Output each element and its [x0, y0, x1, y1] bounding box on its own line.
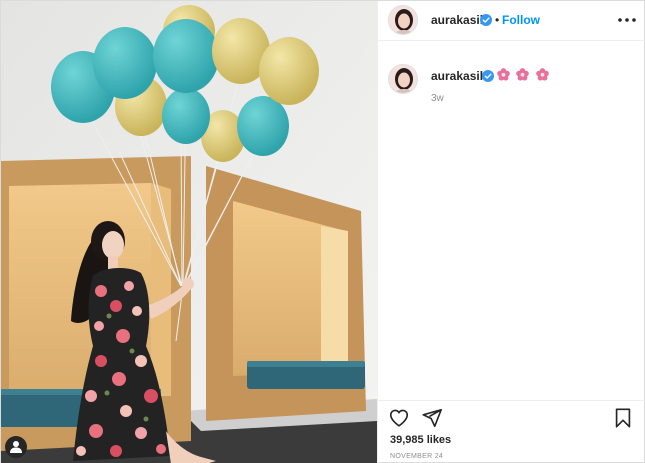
- caption-username[interactable]: aurakasih: [431, 69, 487, 83]
- follow-button[interactable]: Follow: [502, 13, 540, 27]
- caption-avatar[interactable]: [388, 64, 418, 94]
- pink-flower-icon: [497, 68, 510, 81]
- avatar[interactable]: [388, 5, 418, 35]
- user-tag-icon[interactable]: [5, 436, 27, 458]
- verified-badge-icon: [480, 14, 492, 26]
- pink-flower-icon: [536, 68, 549, 81]
- action-bar: [378, 400, 645, 430]
- post-date[interactable]: NOVEMBER 24: [390, 453, 443, 460]
- bookmark-icon[interactable]: [612, 407, 634, 429]
- separator-dot: •: [495, 13, 500, 27]
- header-username[interactable]: aurakasih: [431, 13, 487, 27]
- share-icon[interactable]: [421, 407, 443, 429]
- pink-flower-icon: [516, 68, 530, 81]
- post-photo[interactable]: [1, 1, 377, 463]
- post-header: aurakasih • Follow: [378, 1, 645, 41]
- time-ago[interactable]: 3w: [431, 93, 444, 104]
- verified-badge-icon: [482, 70, 494, 82]
- caption-emojis: [497, 68, 551, 83]
- likes-count[interactable]: 39,985 likes: [390, 434, 451, 446]
- post-side-panel: aurakasih • Follow aurakasih 3w 39,985 l…: [377, 1, 645, 463]
- instagram-post: aurakasih • Follow aurakasih 3w 39,985 l…: [0, 0, 645, 463]
- post-caption: aurakasih 3w: [378, 49, 645, 109]
- more-options-icon[interactable]: [616, 9, 638, 31]
- post-photo-image: [1, 1, 377, 463]
- heart-icon[interactable]: [388, 407, 410, 429]
